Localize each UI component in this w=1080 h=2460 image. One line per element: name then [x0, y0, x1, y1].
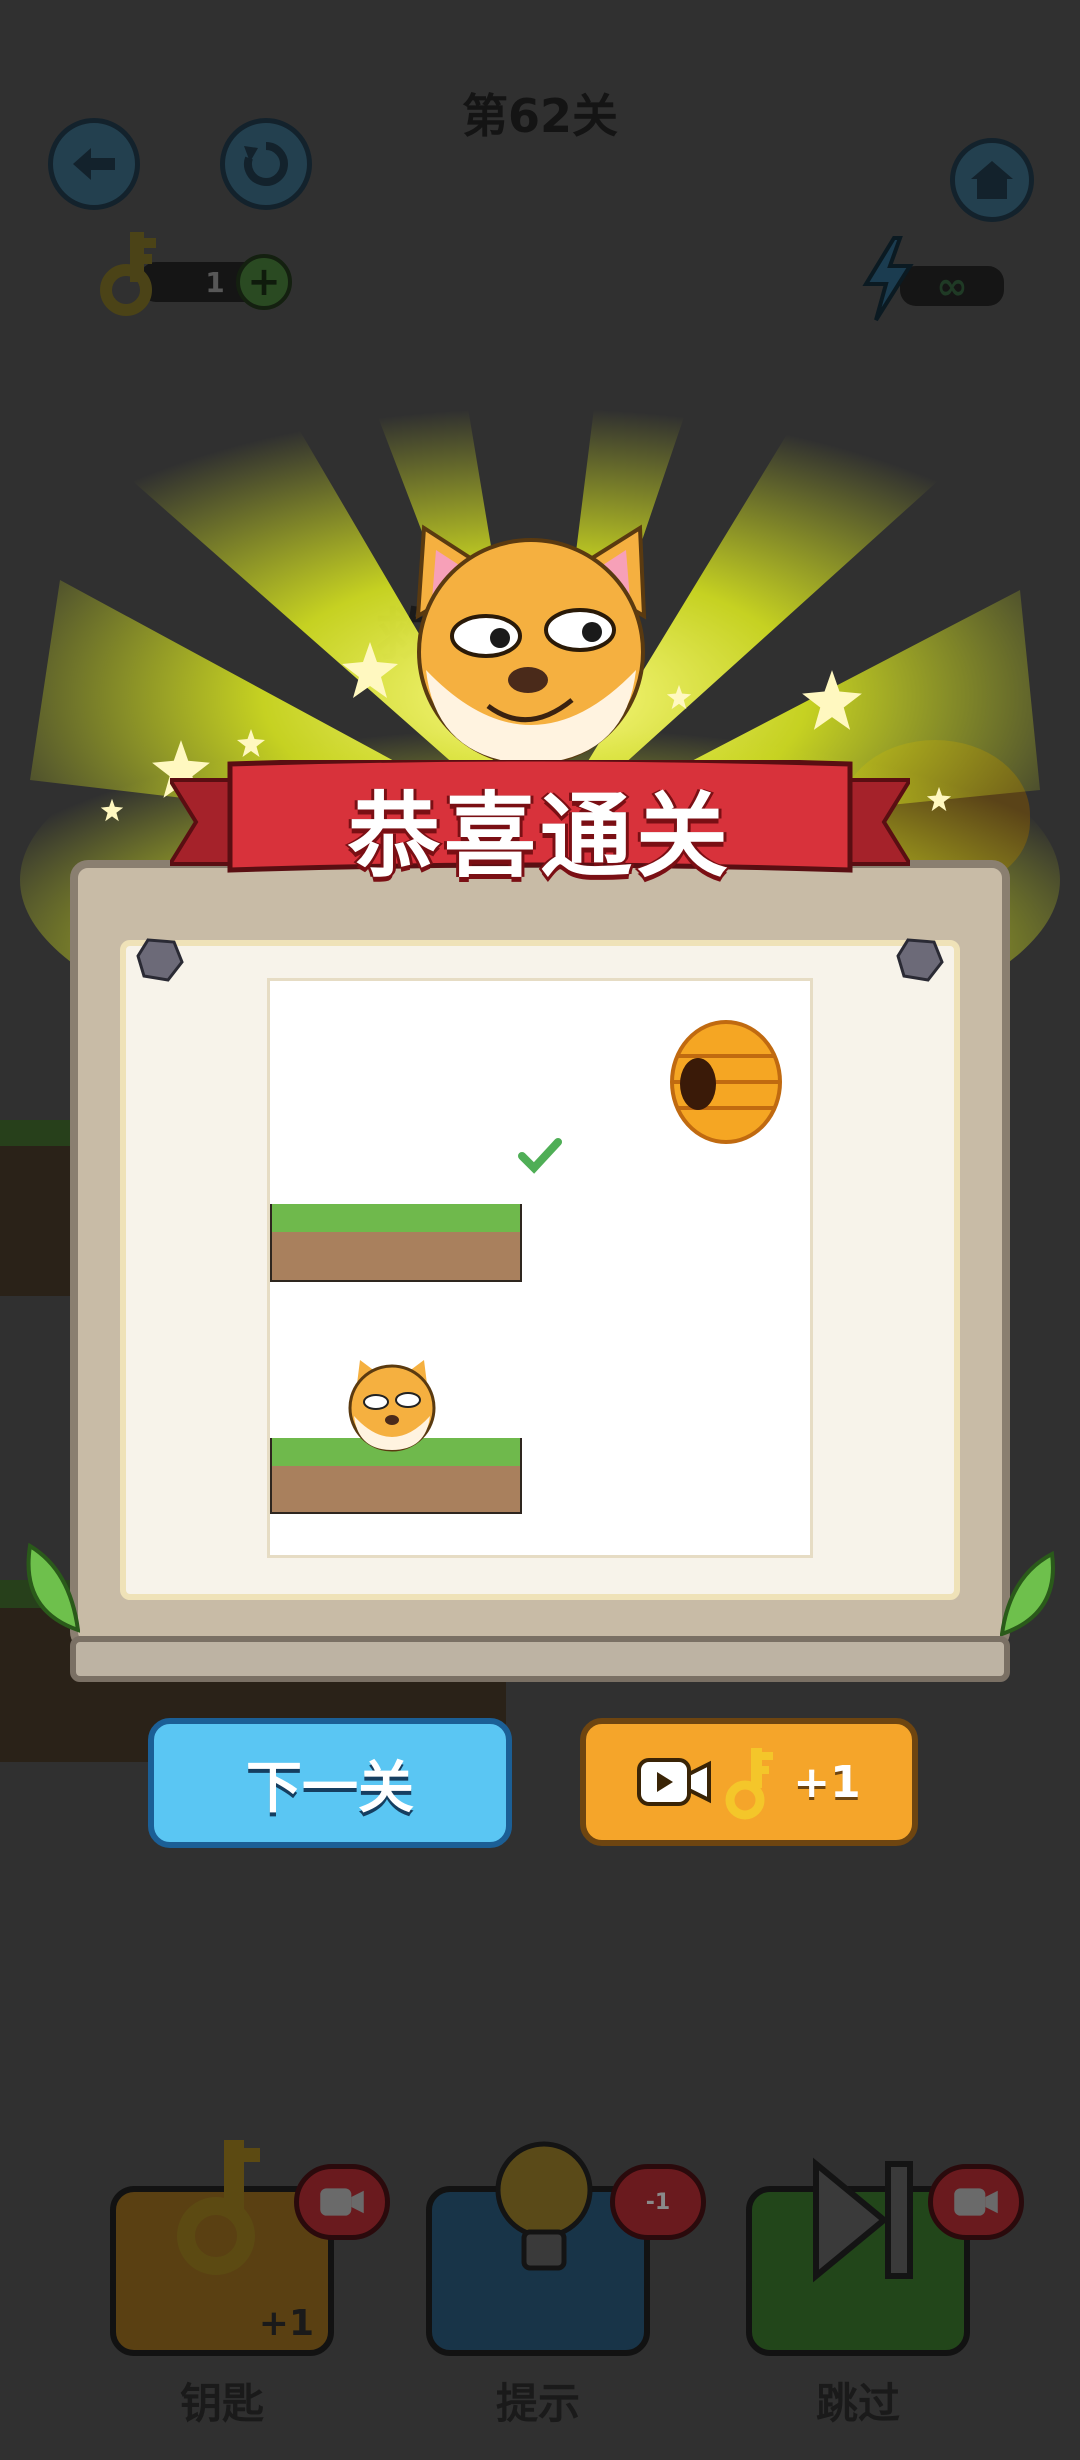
arrow-left-icon [73, 148, 115, 180]
shiba-ball [348, 1360, 436, 1452]
back-button[interactable] [48, 118, 140, 210]
checkmark-icon [518, 1138, 562, 1174]
tool-hint-label: 提示 [495, 2379, 580, 2428]
home-icon [971, 161, 1013, 199]
frame-base [70, 1636, 1010, 1682]
key-icon [177, 2140, 260, 2275]
next-level-button[interactable]: 下一关 [148, 1718, 512, 1848]
next-level-label: 下一关 [246, 1755, 414, 1821]
leaf-decoration [1000, 1550, 1055, 1637]
tool-hint-badge: -1 [610, 2164, 706, 2240]
lightbulb-icon [495, 2141, 593, 2271]
add-keys-button[interactable]: + [236, 254, 292, 310]
video-camera-icon [320, 2188, 364, 2216]
key-icon [725, 1748, 774, 1820]
tool-key-label: 钥匙 [179, 2379, 264, 2428]
leaf-decoration [26, 1542, 80, 1633]
level-title: 第62关 [461, 89, 618, 143]
rivet-icon [896, 938, 944, 982]
video-camera-icon [954, 2188, 998, 2216]
skip-icon [813, 2157, 913, 2283]
star-icon [342, 642, 398, 698]
key-icon [100, 232, 156, 316]
video-reward-label: +1 [793, 1756, 861, 1808]
watch-video-key-button[interactable]: +1 [580, 1718, 918, 1846]
rivet-icon [136, 938, 184, 982]
star-icon [666, 684, 692, 710]
result-title: 恭喜通关 [347, 783, 732, 890]
tool-key-badge [294, 2164, 390, 2240]
beehive-icon [670, 1020, 782, 1144]
lightning-icon [862, 236, 914, 322]
tool-skip-badge [928, 2164, 1024, 2240]
tool-key-reward: +1 [258, 2303, 314, 2344]
video-camera-icon [637, 1758, 712, 1806]
shiba-mascot [415, 524, 647, 766]
energy-value: ∞ [936, 264, 968, 308]
restart-icon [243, 142, 288, 186]
tool-skip-label: 跳过 [815, 2379, 900, 2428]
background-ground-left [0, 1120, 80, 1296]
restart-button[interactable] [220, 118, 312, 210]
star-icon [237, 729, 265, 757]
star-icon [802, 670, 862, 730]
tool-hint-cost: -1 [645, 2189, 671, 2215]
home-button[interactable] [950, 138, 1034, 222]
ground-platform-top [270, 1204, 522, 1282]
key-count: 1 [205, 265, 225, 299]
